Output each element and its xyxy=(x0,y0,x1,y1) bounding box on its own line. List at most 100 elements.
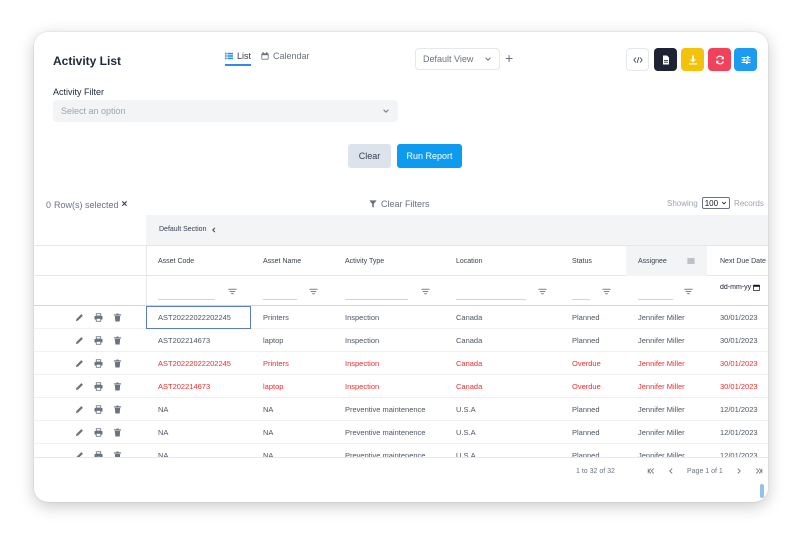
tab-list[interactable]: List xyxy=(225,51,252,66)
filter-lines-icon[interactable] xyxy=(309,287,318,296)
cell-activity-type[interactable]: Inspection xyxy=(345,329,379,352)
cell-next-due-date[interactable]: 30/01/2023 xyxy=(720,329,758,352)
page-size-select[interactable]: 100 xyxy=(701,197,731,209)
run-report-button[interactable]: Run Report xyxy=(397,144,462,168)
settings-button[interactable] xyxy=(734,48,757,71)
column-header-activity-type[interactable]: Activity Type xyxy=(345,246,455,276)
view-select[interactable]: Default View xyxy=(415,48,500,70)
next-page-icon[interactable] xyxy=(735,467,743,475)
last-page-icon[interactable] xyxy=(755,467,763,475)
cell-asset-name[interactable]: NA xyxy=(263,421,273,444)
cell-activity-type[interactable]: Preventive maintenence xyxy=(345,398,425,421)
cell-asset-name[interactable]: NA xyxy=(263,444,273,457)
filter-location[interactable] xyxy=(456,276,566,306)
cell-asset-name[interactable]: laptop xyxy=(263,329,283,352)
cell-location[interactable]: U.S.A xyxy=(456,398,476,421)
delete-icon[interactable] xyxy=(113,359,122,368)
filter-activity-type[interactable] xyxy=(345,276,455,306)
edit-icon[interactable] xyxy=(75,336,84,345)
cell-activity-type[interactable]: Inspection xyxy=(345,375,379,398)
delete-icon[interactable] xyxy=(113,428,122,437)
filter-lines-icon[interactable] xyxy=(421,287,430,296)
print-icon[interactable] xyxy=(94,336,103,345)
print-icon[interactable] xyxy=(94,313,103,322)
cell-location[interactable]: Canada xyxy=(456,375,482,398)
clear-filters-button[interactable]: Clear Filters xyxy=(369,199,430,209)
filter-assignee[interactable] xyxy=(638,276,708,306)
cell-location[interactable]: U.S.A xyxy=(456,444,476,457)
cell-status[interactable]: Planned xyxy=(572,421,600,444)
edit-icon[interactable] xyxy=(75,405,84,414)
filter-lines-icon[interactable] xyxy=(228,287,237,296)
cell-next-due-date[interactable]: 30/01/2023 xyxy=(720,306,758,329)
first-page-icon[interactable] xyxy=(647,467,655,475)
print-icon[interactable] xyxy=(94,428,103,437)
cell-activity-type[interactable]: Inspection xyxy=(345,352,379,375)
column-header-next-due-date[interactable]: Next Due Date xyxy=(720,246,768,276)
scrollbar-thumb[interactable] xyxy=(760,484,764,498)
cell-asset-code[interactable]: AST20222022202245 xyxy=(158,352,231,375)
filter-lines-icon[interactable] xyxy=(538,287,547,296)
delete-icon[interactable] xyxy=(113,336,122,345)
cell-status[interactable]: Overdue xyxy=(572,352,601,375)
filter-input-line[interactable] xyxy=(572,299,590,300)
code-button[interactable] xyxy=(626,48,649,71)
cell-status[interactable]: Planned xyxy=(572,444,600,457)
filter-lines-icon[interactable] xyxy=(602,287,611,296)
refresh-button[interactable] xyxy=(708,48,731,71)
filter-input-line[interactable] xyxy=(263,299,297,300)
edit-icon[interactable] xyxy=(75,359,84,368)
cell-status[interactable]: Planned xyxy=(572,306,600,329)
edit-icon[interactable] xyxy=(75,382,84,391)
print-icon[interactable] xyxy=(94,382,103,391)
clear-selection-button[interactable]: × xyxy=(122,199,128,210)
cell-asset-code[interactable]: AST202214673 xyxy=(158,375,210,398)
column-header-asset-code[interactable]: Asset Code xyxy=(158,246,258,276)
cell-asset-name[interactable]: laptop xyxy=(263,375,283,398)
table-row[interactable]: AST202214673 laptop Inspection Canada Planne… xyxy=(34,329,768,352)
menu-icon[interactable] xyxy=(687,257,695,265)
cell-assignee[interactable]: Jennifer Miller xyxy=(638,444,685,457)
cell-next-due-date[interactable]: 12/01/2023 xyxy=(720,444,758,457)
cell-activity-type[interactable]: Preventive maintenence xyxy=(345,421,425,444)
column-header-location[interactable]: Location xyxy=(456,246,566,276)
cell-location[interactable]: Canada xyxy=(456,306,482,329)
cell-assignee[interactable]: Jennifer Miller xyxy=(638,398,685,421)
table-row[interactable]: NA NA Preventive maintenence U.S.A Planned Je… xyxy=(34,398,768,421)
cell-asset-code[interactable]: NA xyxy=(158,398,168,421)
cell-status[interactable]: Planned xyxy=(572,398,600,421)
cell-location[interactable]: U.S.A xyxy=(456,421,476,444)
cell-next-due-date[interactable]: 12/01/2023 xyxy=(720,421,758,444)
filter-next-due-date[interactable]: dd-mm-yyyy xyxy=(720,284,760,291)
filter-input-line[interactable] xyxy=(456,299,526,300)
cell-activity-type[interactable]: Preventive maintenence xyxy=(345,444,425,457)
cell-asset-code[interactable]: AST20222022202245 xyxy=(158,306,231,329)
cell-next-due-date[interactable]: 12/01/2023 xyxy=(720,398,758,421)
cell-location[interactable]: Canada xyxy=(456,352,482,375)
cell-assignee[interactable]: Jennifer Miller xyxy=(638,421,685,444)
filter-lines-icon[interactable] xyxy=(684,287,693,296)
cell-assignee[interactable]: Jennifer Miller xyxy=(638,306,685,329)
table-row[interactable]: NA NA Preventive maintenence U.S.A Planned Je… xyxy=(34,444,768,457)
clear-button[interactable]: Clear xyxy=(348,144,391,168)
cell-asset-code[interactable]: NA xyxy=(158,421,168,444)
column-header-assignee[interactable]: Assignee xyxy=(626,246,707,276)
delete-icon[interactable] xyxy=(113,405,122,414)
cell-asset-name[interactable]: Printers xyxy=(263,306,289,329)
table-row[interactable]: AST20222022202245 Printers Inspection Canad… xyxy=(34,352,768,375)
cell-location[interactable]: Canada xyxy=(456,329,482,352)
cell-asset-name[interactable]: NA xyxy=(263,398,273,421)
download-button[interactable] xyxy=(681,48,704,71)
filter-input-line[interactable] xyxy=(345,299,408,300)
add-view-button[interactable]: + xyxy=(505,50,513,66)
column-header-status[interactable]: Status xyxy=(572,246,622,276)
calendar-icon[interactable] xyxy=(753,284,760,291)
tab-calendar[interactable]: Calendar xyxy=(261,51,310,61)
edit-icon[interactable] xyxy=(75,313,84,322)
cell-assignee[interactable]: Jennifer Miller xyxy=(638,375,685,398)
cell-asset-code[interactable]: NA xyxy=(158,444,168,457)
filter-asset-code[interactable] xyxy=(158,276,258,306)
cell-assignee[interactable]: Jennifer Miller xyxy=(638,329,685,352)
cell-activity-type[interactable]: Inspection xyxy=(345,306,379,329)
filter-asset-name[interactable] xyxy=(263,276,343,306)
